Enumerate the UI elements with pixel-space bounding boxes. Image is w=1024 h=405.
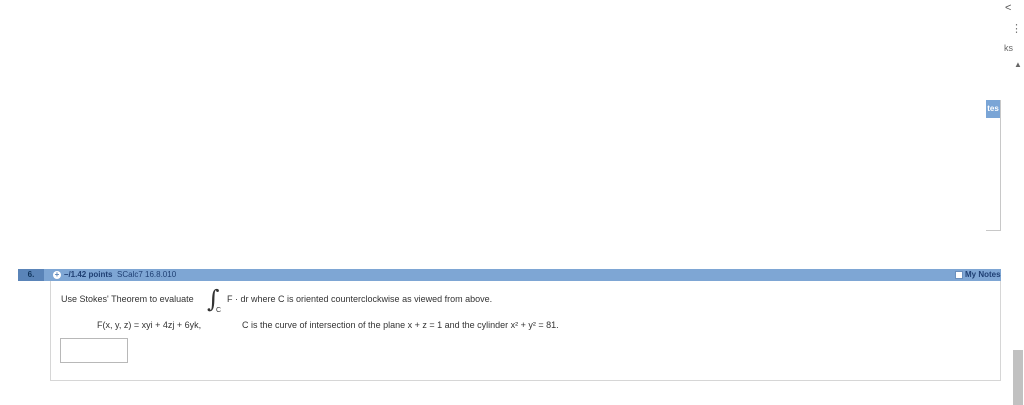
question-prompt-lead: Use Stokes' Theorem to evaluate	[61, 294, 194, 304]
my-notes-button[interactable]: My Notes	[953, 269, 1002, 281]
question-prompt-tail: F · dr where C is oriented counterclockw…	[227, 294, 493, 304]
more-options-icon[interactable]: ⋮	[1011, 24, 1022, 35]
question-code: SCalc7 16.8.010	[117, 270, 177, 279]
expand-plus-icon[interactable]: +	[53, 271, 61, 279]
previous-my-notes-tab[interactable]: tes	[986, 100, 1000, 118]
vector-field-expression: F(x, y, z) = xyi + 4zj + 6yk,	[97, 320, 202, 330]
previous-notes-panel	[986, 100, 1001, 231]
question-number: 6.	[18, 269, 44, 281]
sidebar-fragment-text: ks	[1004, 43, 1013, 53]
back-icon[interactable]: <	[1005, 2, 1011, 14]
scroll-up-arrow-icon[interactable]: ▲	[1014, 60, 1022, 69]
answer-input[interactable]	[60, 338, 128, 363]
question-points: –/1.42 points	[64, 270, 113, 279]
curve-description: C is the curve of intersection of the pl…	[242, 320, 559, 330]
page-scrollbar-thumb[interactable]	[1013, 350, 1023, 405]
integral-subscript: C	[216, 307, 222, 314]
